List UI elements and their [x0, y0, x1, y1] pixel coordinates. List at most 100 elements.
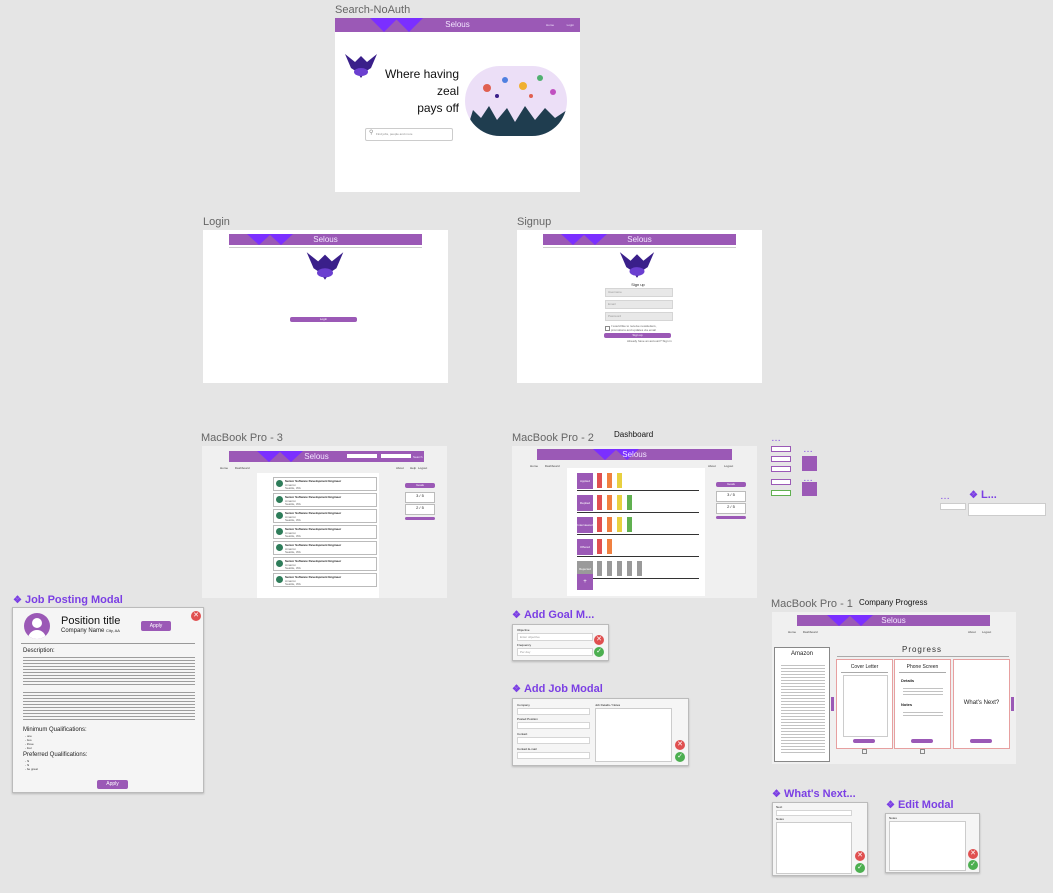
component-label-edit: ❖ Edit Modal [886, 799, 954, 811]
brand-name[interactable]: Selous [313, 235, 337, 244]
cancel-icon[interactable]: ✕ [675, 740, 685, 750]
company-input[interactable] [517, 708, 590, 715]
search-bar[interactable]: ⚲ Find jobs, people and more [365, 128, 453, 141]
checkbox-icon[interactable] [862, 749, 867, 754]
apply-button[interactable]: Apply [141, 621, 171, 631]
company-progress-annotation: Company Progress [859, 598, 928, 607]
username-field[interactable]: Username [605, 288, 673, 297]
chip-item[interactable] [771, 466, 791, 472]
add-goal-button[interactable] [716, 516, 746, 519]
min-qual-list: - one - two - three - four [25, 734, 34, 750]
job-card[interactable]: Senior Software Development Engineer Ama… [273, 541, 377, 555]
job-card[interactable]: Senior Software Development Engineer Ama… [273, 477, 377, 491]
job-card[interactable]: Senior Software Development Engineer Ama… [273, 573, 377, 587]
chip-item[interactable] [771, 490, 791, 496]
add-stage-button[interactable]: + [577, 574, 593, 590]
nav-about[interactable]: About [396, 466, 404, 470]
purple-tile[interactable] [802, 456, 817, 471]
job-card[interactable]: Senior Software Development Engineer Ama… [273, 509, 377, 523]
nav-login-link[interactable]: Login [567, 18, 574, 32]
notes-label: Notes [901, 702, 913, 707]
nav-about[interactable]: About [708, 464, 716, 468]
scroll-right-handle[interactable] [1011, 697, 1014, 711]
purple-tile[interactable] [802, 482, 817, 496]
edit-button[interactable] [853, 739, 875, 743]
goal-item[interactable]: 3 / 5 [716, 491, 746, 502]
newsletter-checkbox[interactable] [605, 326, 610, 331]
nav-logout[interactable]: Logout [418, 466, 427, 470]
goal-item[interactable]: 3 / 5 [405, 492, 435, 503]
email-field[interactable]: Email [605, 300, 673, 309]
add-goal-button[interactable] [405, 517, 435, 520]
signin-link[interactable]: Already have an account? Sign in [627, 339, 672, 343]
nav-notch [279, 451, 303, 462]
notes-textarea[interactable] [776, 822, 852, 874]
job-card[interactable]: Senior Software Development Engineer Ama… [273, 557, 377, 571]
mini-input[interactable] [968, 503, 1046, 516]
nav-link[interactable]: Logout [982, 630, 991, 634]
notes-label: Notes [889, 816, 897, 820]
frame-label-signup: Signup [517, 216, 552, 228]
brand-name[interactable]: Selous [622, 450, 646, 459]
scroll-left-handle[interactable] [831, 697, 834, 711]
cancel-icon[interactable]: ✕ [968, 849, 978, 859]
signup-button[interactable]: Sign up [604, 333, 671, 338]
confirm-icon[interactable]: ✓ [968, 860, 978, 870]
stage-label[interactable]: Offered [577, 539, 593, 555]
nav-link[interactable]: About [968, 630, 976, 634]
apply-bottom-button[interactable]: Apply [97, 780, 128, 789]
nav-home[interactable]: Home [220, 466, 228, 470]
email-input[interactable] [517, 752, 590, 759]
stage-label[interactable]: Applied [577, 473, 593, 489]
brand-name[interactable]: Selous [304, 452, 328, 461]
nav-dashboard[interactable]: Dashboard [235, 466, 250, 470]
search-input[interactable]: Find jobs, people and more [376, 132, 412, 136]
goal-item[interactable]: 2 / 5 [405, 504, 435, 515]
search-input[interactable] [347, 454, 377, 458]
progress-column[interactable]: Phone Screen Details Notes [894, 659, 951, 749]
frequency-input[interactable]: Per day [517, 648, 593, 656]
brand-name[interactable]: Selous [445, 20, 469, 29]
confirm-icon[interactable]: ✓ [594, 647, 604, 657]
cancel-icon[interactable]: ✕ [594, 635, 604, 645]
login-button[interactable]: Login [290, 317, 357, 322]
job-card[interactable]: Senior Software Development Engineer Ama… [273, 493, 377, 507]
nav-home-link[interactable]: Home [546, 18, 554, 32]
chip-item[interactable] [771, 479, 791, 485]
cancel-icon[interactable]: ✕ [855, 851, 865, 861]
contact-input[interactable] [517, 737, 590, 744]
next-input[interactable] [776, 810, 852, 816]
mini-input[interactable] [940, 503, 966, 510]
job-card[interactable]: Senior Software Development Engineer Ama… [273, 525, 377, 539]
goal-item[interactable]: 2 / 5 [716, 503, 746, 514]
progress-column[interactable]: What's Next? [953, 659, 1010, 749]
stage-label[interactable]: Interviewed [577, 517, 593, 533]
search-button[interactable]: Search [413, 452, 423, 463]
chip-item[interactable] [771, 446, 791, 452]
close-icon[interactable]: ✕ [191, 611, 201, 621]
brand-name[interactable]: Selous [627, 235, 651, 244]
location-input[interactable] [381, 454, 411, 458]
confirm-icon[interactable]: ✓ [855, 863, 865, 873]
progress-column[interactable]: Cover Letter [836, 659, 893, 749]
nav-link[interactable]: Dashboard [803, 630, 818, 634]
edit-button[interactable] [911, 739, 933, 743]
nav-logout[interactable]: Logout [724, 464, 733, 468]
company-card[interactable]: Amazon [774, 647, 830, 762]
details-textarea[interactable] [595, 708, 672, 762]
notes-textarea[interactable] [889, 821, 966, 871]
password-field[interactable]: Password [605, 312, 673, 321]
nav-home[interactable]: Home [530, 464, 538, 468]
stage-label[interactable]: Replied [577, 495, 593, 511]
edit-button[interactable] [970, 739, 992, 743]
document-preview[interactable] [843, 675, 888, 737]
nav-link[interactable]: Home [788, 630, 796, 634]
chip-item[interactable] [771, 456, 791, 462]
objective-input[interactable]: Enter objective [517, 633, 593, 641]
brand-name[interactable]: Selous [881, 616, 905, 625]
nav-dashboard[interactable]: Dashboard [545, 464, 560, 468]
nav-help[interactable]: Help [410, 466, 416, 470]
position-input[interactable] [517, 722, 590, 729]
confirm-icon[interactable]: ✓ [675, 752, 685, 762]
checkbox-icon[interactable] [920, 749, 925, 754]
